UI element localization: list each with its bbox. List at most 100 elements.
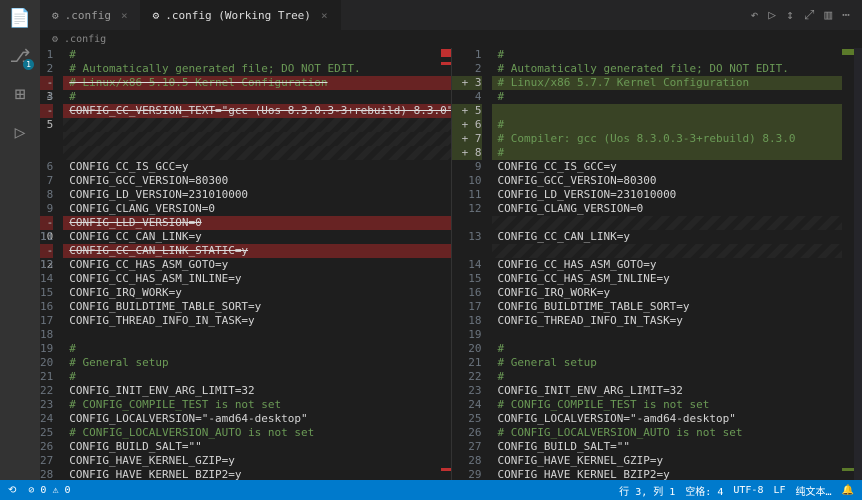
indentation[interactable]: 空格: 4 — [685, 483, 723, 498]
expand-icon[interactable]: ⤢ — [804, 8, 814, 23]
code-line[interactable]: CONFIG_CC_CAN_LINK=y — [492, 230, 843, 244]
close-icon[interactable]: × — [321, 9, 328, 22]
tab-0[interactable]: ⚙.config× — [40, 0, 141, 30]
source-control-icon[interactable]: ⎇1 — [8, 44, 32, 68]
code-line[interactable]: # — [492, 118, 843, 132]
code-line[interactable]: # — [492, 370, 843, 384]
code-line[interactable]: CONFIG_LOCALVERSION="-amd64-desktop" — [492, 412, 843, 426]
code-line[interactable]: CONFIG_CC_CAN_LINK=y — [63, 230, 451, 244]
code-line[interactable]: # Automatically generated file; DO NOT E… — [492, 62, 843, 76]
code-line[interactable]: CONFIG_CC_HAS_ASM_INLINE=y — [63, 272, 451, 286]
prev-change-icon[interactable]: ↶ — [750, 8, 758, 23]
extensions-icon[interactable]: ⊞ — [8, 82, 32, 106]
eol[interactable]: LF — [773, 485, 785, 496]
code-line[interactable] — [492, 244, 843, 258]
code-line[interactable]: CONFIG_CC_VERSION_TEXT="gcc (Uos 8.3.0.3… — [63, 104, 451, 118]
code-line[interactable] — [63, 132, 451, 146]
breadcrumb-text: ⚙ .config — [52, 34, 106, 45]
code-line[interactable]: # Linux/x86 5.7.7 Kernel Configuration — [492, 76, 843, 90]
code-line[interactable] — [492, 328, 843, 342]
encoding[interactable]: UTF-8 — [733, 485, 763, 496]
code-line[interactable]: CONFIG_BUILDTIME_TABLE_SORT=y — [63, 300, 451, 314]
run-icon[interactable]: ▷ — [8, 120, 32, 144]
split-icon[interactable]: ▥ — [824, 8, 832, 23]
code-line[interactable]: # Linux/x86 5.10.5 Kernel Configuration — [63, 76, 451, 90]
line-number: 23 — [452, 384, 482, 398]
code-line[interactable]: CONFIG_CC_HAS_ASM_INLINE=y — [492, 272, 843, 286]
right-overview-ruler[interactable] — [842, 48, 854, 480]
diff-mark[interactable] — [441, 54, 451, 57]
code-line[interactable]: CONFIG_THREAD_INFO_IN_TASK=y — [63, 314, 451, 328]
minimap[interactable] — [854, 48, 862, 480]
next-change-icon[interactable]: ▷ — [768, 8, 776, 23]
code-line[interactable]: # — [63, 370, 451, 384]
code-line[interactable]: CONFIG_LOCALVERSION="-amd64-desktop" — [63, 412, 451, 426]
code-line[interactable]: # — [63, 90, 451, 104]
code-line[interactable]: CONFIG_LD_VERSION=231010000 — [492, 188, 843, 202]
problems[interactable]: ⊘ 0 ⚠ 0 — [28, 485, 70, 496]
code-line[interactable]: # — [492, 146, 843, 160]
code-line[interactable]: # General setup — [492, 356, 843, 370]
code-line[interactable]: # — [492, 48, 843, 62]
line-number: 22 — [452, 370, 482, 384]
right-code[interactable]: ## Automatically generated file; DO NOT … — [492, 48, 843, 480]
language-mode[interactable]: 纯文本… — [796, 483, 832, 498]
code-line[interactable]: # CONFIG_LOCALVERSION_AUTO is not set — [63, 426, 451, 440]
line-number: 19 — [452, 328, 482, 342]
code-line[interactable]: CONFIG_HAVE_KERNEL_BZIP2=y — [63, 468, 451, 480]
code-line[interactable] — [63, 146, 451, 160]
code-line[interactable]: CONFIG_LLD_VERSION=0 — [63, 216, 451, 230]
code-line[interactable] — [63, 328, 451, 342]
diff-mark[interactable] — [842, 468, 854, 471]
code-line[interactable]: CONFIG_IRQ_WORK=y — [63, 286, 451, 300]
diff-mark[interactable] — [842, 52, 854, 55]
notifications-icon[interactable]: 🔔 — [842, 485, 854, 496]
code-line[interactable]: CONFIG_BUILD_SALT="" — [492, 440, 843, 454]
code-line[interactable]: CONFIG_GCC_VERSION=80300 — [492, 174, 843, 188]
code-line[interactable]: # CONFIG_LOCALVERSION_AUTO is not set — [492, 426, 843, 440]
line-number: - 12 — [40, 244, 53, 258]
code-line[interactable]: CONFIG_CC_IS_GCC=y — [492, 160, 843, 174]
code-line[interactable]: # CONFIG_COMPILE_TEST is not set — [492, 398, 843, 412]
code-line[interactable]: CONFIG_INIT_ENV_ARG_LIMIT=32 — [492, 384, 843, 398]
code-line[interactable]: # — [492, 342, 843, 356]
code-line[interactable]: CONFIG_HAVE_KERNEL_GZIP=y — [63, 454, 451, 468]
code-line[interactable] — [63, 118, 451, 132]
code-line[interactable]: CONFIG_HAVE_KERNEL_GZIP=y — [492, 454, 843, 468]
more-icon[interactable]: ⋯ — [842, 8, 850, 23]
breadcrumb[interactable]: ⚙ .config — [40, 30, 862, 48]
diff-mark[interactable] — [441, 62, 451, 65]
diff-mark[interactable] — [441, 468, 451, 471]
code-line[interactable]: # Automatically generated file; DO NOT E… — [63, 62, 451, 76]
code-line[interactable] — [492, 104, 843, 118]
code-line[interactable]: # CONFIG_COMPILE_TEST is not set — [63, 398, 451, 412]
code-line[interactable]: CONFIG_IRQ_WORK=y — [492, 286, 843, 300]
line-number: 2 — [452, 62, 482, 76]
code-line[interactable]: CONFIG_LD_VERSION=231010000 — [63, 188, 451, 202]
code-line[interactable]: CONFIG_CC_CAN_LINK_STATIC=y — [63, 244, 451, 258]
code-line[interactable]: CONFIG_BUILDTIME_TABLE_SORT=y — [492, 300, 843, 314]
code-line[interactable]: CONFIG_THREAD_INFO_IN_TASK=y — [492, 314, 843, 328]
code-line[interactable] — [492, 216, 843, 230]
code-line[interactable]: CONFIG_CLANG_VERSION=0 — [63, 202, 451, 216]
code-line[interactable]: CONFIG_GCC_VERSION=80300 — [63, 174, 451, 188]
remote-icon[interactable]: ⟲ — [8, 485, 16, 496]
tab-1[interactable]: ⚙.config (Working Tree)× — [141, 0, 341, 30]
code-line[interactable]: CONFIG_HAVE_KERNEL_BZIP2=y — [492, 468, 843, 480]
code-line[interactable]: # Compiler: gcc (Uos 8.3.0.3-3+rebuild) … — [492, 132, 843, 146]
code-line[interactable]: # — [63, 342, 451, 356]
code-line[interactable]: # General setup — [63, 356, 451, 370]
code-line[interactable]: CONFIG_BUILD_SALT="" — [63, 440, 451, 454]
left-code[interactable]: ## Automatically generated file; DO NOT … — [63, 48, 451, 480]
code-line[interactable]: CONFIG_CC_IS_GCC=y — [63, 160, 451, 174]
code-line[interactable]: CONFIG_CC_HAS_ASM_GOTO=y — [63, 258, 451, 272]
code-line[interactable]: # — [492, 90, 843, 104]
code-line[interactable]: # — [63, 48, 451, 62]
swap-icon[interactable]: ↕ — [786, 8, 794, 23]
code-line[interactable]: CONFIG_CLANG_VERSION=0 — [492, 202, 843, 216]
code-line[interactable]: CONFIG_CC_HAS_ASM_GOTO=y — [492, 258, 843, 272]
explorer-icon[interactable]: 📄 — [8, 6, 32, 30]
code-line[interactable]: CONFIG_INIT_ENV_ARG_LIMIT=32 — [63, 384, 451, 398]
close-icon[interactable]: × — [121, 9, 128, 22]
cursor-position[interactable]: 行 3, 列 1 — [619, 483, 675, 498]
